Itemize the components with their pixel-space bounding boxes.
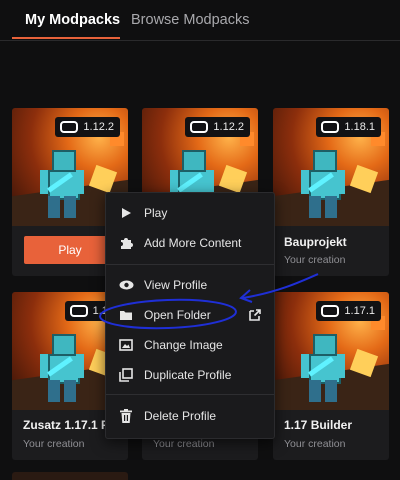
play-button[interactable]: Play (24, 236, 116, 264)
menu-divider (106, 394, 274, 395)
version-badge: 1.12.2 (185, 117, 250, 137)
modpack-card[interactable]: 1.17.1 1.17 Builder Your creation (273, 292, 389, 460)
version-label: 1.12.2 (213, 121, 244, 133)
version-label: 1.17.1 (344, 305, 375, 317)
version-badge: 1.18.1 (316, 117, 381, 137)
vr-headset-icon (321, 305, 340, 317)
menu-item-label: Play (144, 206, 168, 220)
menu-item-open-folder[interactable]: Open Folder (106, 302, 274, 328)
trash-icon (118, 408, 134, 424)
vr-headset-icon (190, 121, 209, 133)
modpack-card-partial[interactable] (12, 472, 128, 480)
tab-browse-modpacks[interactable]: Browse Modpacks (131, 12, 249, 28)
version-badge: 1.12.2 (55, 117, 120, 137)
menu-item-change-image[interactable]: Change Image (106, 332, 274, 358)
external-link-icon (248, 308, 262, 325)
menu-item-label: Open Folder (144, 308, 211, 322)
tab-my-modpacks[interactable]: My Modpacks (25, 12, 120, 28)
version-label: 1.12.2 (83, 121, 114, 133)
vr-headset-icon (69, 305, 88, 317)
duplicate-icon (118, 367, 134, 383)
play-icon (118, 205, 134, 221)
card-subtitle: Your creation (153, 438, 215, 450)
version-label: 1.18.1 (344, 121, 375, 133)
vr-headset-icon (60, 121, 79, 133)
active-tab-indicator (12, 37, 120, 39)
folder-icon (118, 307, 134, 323)
image-icon (118, 337, 134, 353)
card-subtitle: Your creation (23, 438, 85, 450)
menu-item-play[interactable]: Play (106, 200, 274, 226)
menu-item-duplicate-profile[interactable]: Duplicate Profile (106, 362, 274, 388)
menu-item-label: View Profile (144, 278, 208, 292)
context-menu: Play Add More Content View Profile Open … (105, 192, 275, 439)
menu-item-add-more-content[interactable]: Add More Content (106, 230, 274, 256)
menu-item-delete-profile[interactable]: Delete Profile (106, 403, 274, 429)
card-title: 1.17 Builder (284, 418, 353, 432)
menu-item-view-profile[interactable]: View Profile (106, 272, 274, 298)
menu-item-label: Add More Content (144, 236, 242, 250)
card-subtitle: Your creation (284, 438, 346, 450)
menu-divider (106, 264, 274, 265)
vr-headset-icon (321, 121, 340, 133)
menu-item-label: Change Image (144, 338, 223, 352)
tab-bar: My Modpacks Browse Modpacks (0, 0, 400, 41)
puzzle-icon (118, 235, 134, 251)
eye-icon (118, 277, 134, 293)
card-title: Bauprojekt (284, 235, 347, 249)
version-badge: 1.17.1 (316, 301, 381, 321)
card-subtitle: Your creation (284, 254, 346, 266)
menu-item-label: Duplicate Profile (144, 368, 232, 382)
menu-item-label: Delete Profile (144, 409, 217, 423)
modpack-card[interactable]: 1.18.1 Bauprojekt Your creation (273, 108, 389, 276)
